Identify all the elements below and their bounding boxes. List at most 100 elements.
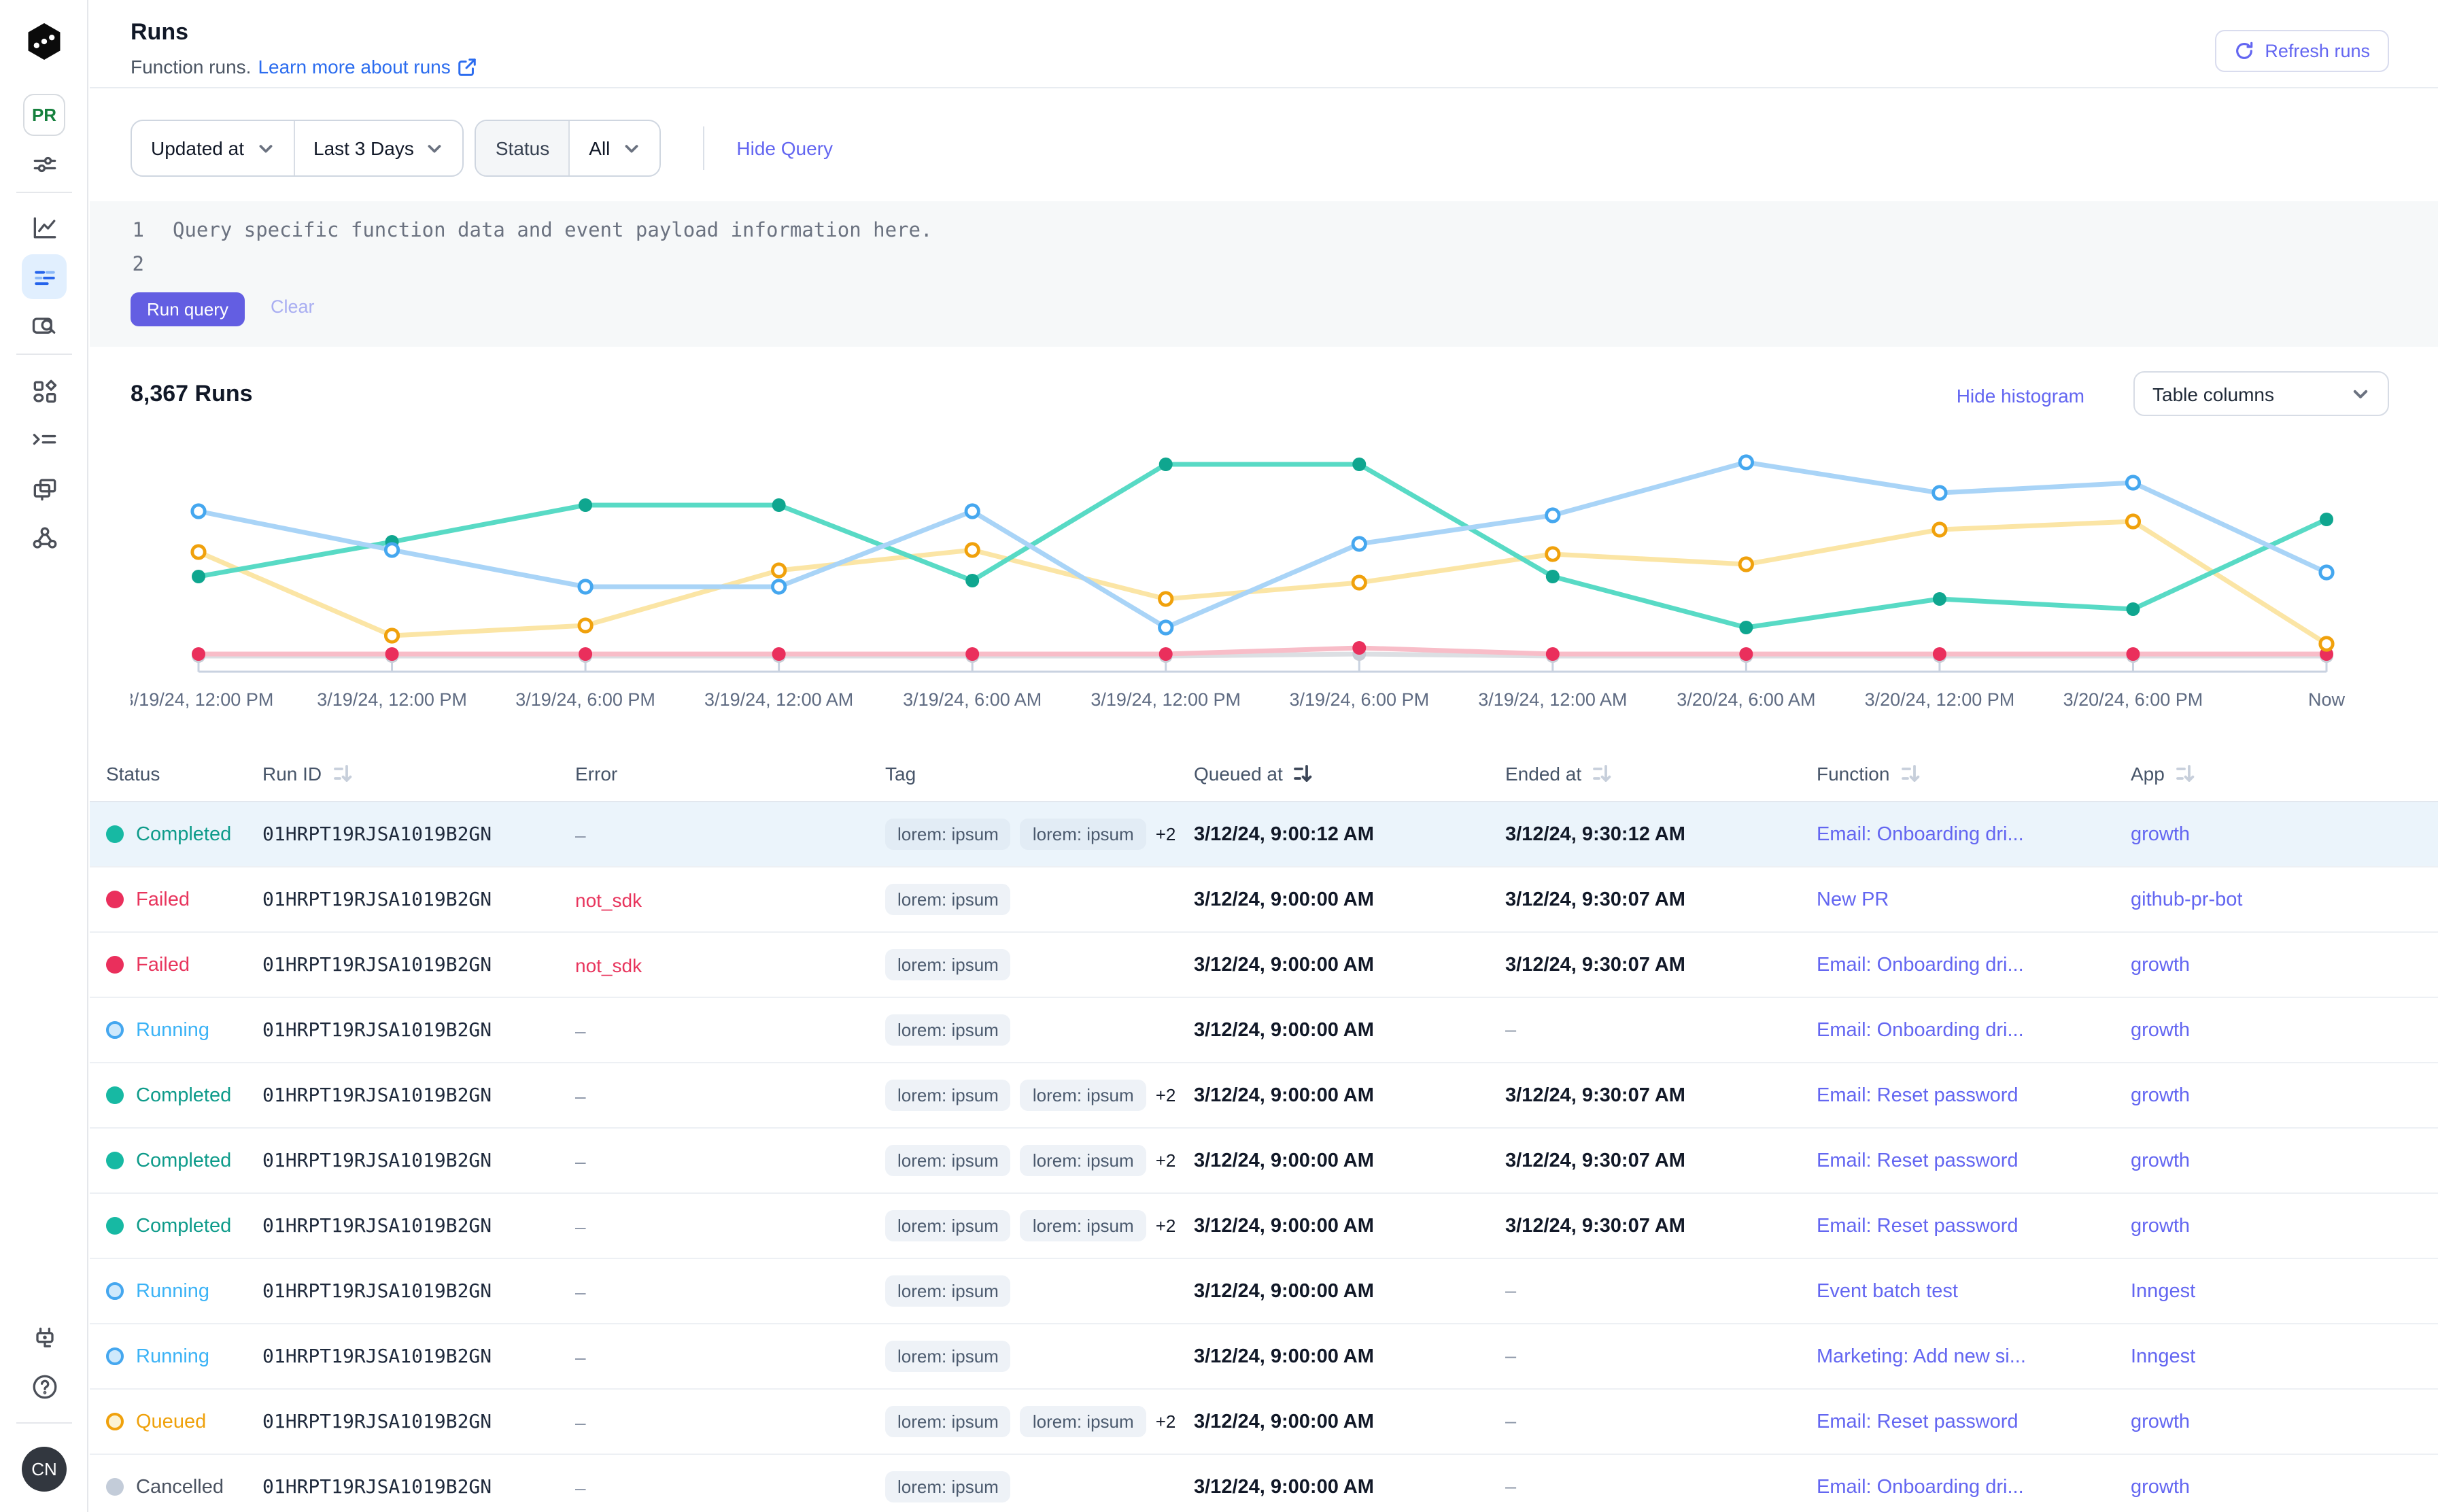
status-cell: Cancelled <box>106 1476 262 1498</box>
table-row[interactable]: Completed 01HRPT19RJSA1019B2GN – lorem: … <box>90 802 2438 867</box>
clear-query-button[interactable]: Clear <box>271 296 315 317</box>
tag-cell: lorem: ipsumlorem: ipsum+2 <box>885 1145 1194 1176</box>
table-row[interactable]: Running 01HRPT19RJSA1019B2GN – lorem: ip… <box>90 1324 2438 1390</box>
function-link[interactable]: Marketing: Add new si... <box>1817 1345 2131 1367</box>
query-editor[interactable]: 1 Query specific function data and event… <box>90 201 2438 347</box>
hide-query-link[interactable]: Hide Query <box>736 137 833 159</box>
error-cell: not_sdk <box>575 954 885 976</box>
status-label: Cancelled <box>136 1476 224 1498</box>
filter-bar: Updated at Last 3 Days Status All Hide Q… <box>131 120 833 177</box>
app-link[interactable]: growth <box>2131 1411 2438 1432</box>
column-header-status: Status <box>106 763 262 785</box>
function-link[interactable]: Email: Reset password <box>1817 1411 2131 1432</box>
table-row[interactable]: Failed 01HRPT19RJSA1019B2GN not_sdk lore… <box>90 933 2438 998</box>
status-cell: Failed <box>106 954 262 976</box>
series-queued <box>199 521 2327 644</box>
function-link[interactable]: Event batch test <box>1817 1280 2131 1302</box>
status-cell: Running <box>106 1019 262 1041</box>
time-range-dropdown[interactable]: Last 3 Days <box>293 121 463 175</box>
webhooks-icon[interactable] <box>22 515 67 560</box>
tag-extra-count: +2 <box>1156 1085 1176 1105</box>
time-range-label: Last 3 Days <box>313 137 414 159</box>
table-row[interactable]: Completed 01HRPT19RJSA1019B2GN – lorem: … <box>90 1194 2438 1259</box>
refresh-runs-button[interactable]: Refresh runs <box>2214 30 2389 72</box>
function-link[interactable]: Email: Onboarding dri... <box>1817 1019 2131 1041</box>
table-row[interactable]: Running 01HRPT19RJSA1019B2GN – lorem: ip… <box>90 998 2438 1063</box>
user-avatar[interactable]: CN <box>22 1447 67 1492</box>
tag-extra-count: +2 <box>1156 1150 1176 1171</box>
run-id: 01HRPT19RJSA1019B2GN <box>262 1411 575 1432</box>
integrations-icon[interactable] <box>22 1316 67 1361</box>
status-label: Running <box>136 1345 209 1367</box>
table-columns-dropdown[interactable]: Table columns <box>2133 371 2389 416</box>
status-dot <box>106 1478 124 1496</box>
app-link[interactable]: github-pr-bot <box>2131 889 2438 910</box>
help-icon[interactable] <box>22 1364 67 1409</box>
status-cell: Queued <box>106 1411 262 1432</box>
table-row[interactable]: Completed 01HRPT19RJSA1019B2GN – lorem: … <box>90 1129 2438 1194</box>
workspace-badge[interactable]: PR <box>23 94 65 136</box>
svg-text:3/20/24, 12:00 PM: 3/20/24, 12:00 PM <box>1865 689 2015 710</box>
status-cell: Completed <box>106 1215 262 1237</box>
function-link[interactable]: Email: Onboarding dri... <box>1817 954 2131 976</box>
app-link[interactable]: growth <box>2131 1019 2438 1041</box>
function-link[interactable]: New PR <box>1817 889 2131 910</box>
tag-pill: lorem: ipsum <box>885 1275 1011 1307</box>
column-header-ended-at[interactable]: Ended at <box>1505 763 1817 785</box>
run-id: 01HRPT19RJSA1019B2GN <box>262 1019 575 1041</box>
svg-text:3/19/24, 12:00 PM: 3/19/24, 12:00 PM <box>317 689 467 710</box>
query-placeholder-text: Query specific function data and event p… <box>173 220 932 242</box>
table-row[interactable]: Failed 01HRPT19RJSA1019B2GN not_sdk lore… <box>90 867 2438 933</box>
apps-icon[interactable] <box>22 368 67 413</box>
app-link[interactable]: growth <box>2131 1476 2438 1498</box>
function-link[interactable]: Email: Reset password <box>1817 1150 2131 1171</box>
app-link[interactable]: growth <box>2131 1215 2438 1237</box>
status-filter-dropdown[interactable]: All <box>568 121 659 175</box>
app-link[interactable]: growth <box>2131 1150 2438 1171</box>
hide-histogram-link[interactable]: Hide histogram <box>1957 385 2084 407</box>
run-query-button[interactable]: Run query <box>131 292 245 326</box>
inngest-logo-icon[interactable] <box>26 23 63 60</box>
status-dot <box>106 825 124 843</box>
app-link[interactable]: growth <box>2131 823 2438 845</box>
column-header-queued-at[interactable]: Queued at <box>1194 763 1505 785</box>
function-link[interactable]: Email: Reset password <box>1817 1215 2131 1237</box>
error-cell: – <box>575 1215 885 1237</box>
run-id: 01HRPT19RJSA1019B2GN <box>262 1150 575 1171</box>
table-row[interactable]: Running 01HRPT19RJSA1019B2GN – lorem: ip… <box>90 1259 2438 1324</box>
app-link[interactable]: Inngest <box>2131 1345 2438 1367</box>
column-header-run-id[interactable]: Run ID <box>262 763 575 785</box>
queued-at: 3/12/24, 9:00:00 AM <box>1194 1345 1505 1367</box>
metrics-icon[interactable] <box>22 205 67 250</box>
ended-at: – <box>1505 1280 1817 1302</box>
event-search-icon[interactable] <box>22 303 67 348</box>
column-header-app[interactable]: App <box>2131 763 2438 785</box>
time-field-dropdown[interactable]: Updated at <box>132 121 293 175</box>
function-link[interactable]: Email: Onboarding dri... <box>1817 1476 2131 1498</box>
page-header: Runs Function runs. Learn more about run… <box>90 0 2438 88</box>
app-link[interactable]: growth <box>2131 1084 2438 1106</box>
time-field-label: Updated at <box>151 137 244 159</box>
refresh-icon <box>2233 41 2254 61</box>
app-link[interactable]: growth <box>2131 954 2438 976</box>
queued-at: 3/12/24, 9:00:12 AM <box>1194 823 1505 845</box>
learn-more-link[interactable]: Learn more about runs <box>258 56 477 78</box>
tag-extra-count: +2 <box>1156 1411 1176 1432</box>
environments-icon[interactable] <box>22 466 67 511</box>
function-link[interactable]: Email: Onboarding dri... <box>1817 823 2131 845</box>
page-title: Runs <box>131 19 188 46</box>
app-link[interactable]: Inngest <box>2131 1280 2438 1302</box>
functions-icon[interactable] <box>22 417 67 462</box>
histogram-svg: 3/19/24, 12:00 PM3/19/24, 12:00 PM3/19/2… <box>131 430 2348 712</box>
runs-icon[interactable] <box>22 254 67 299</box>
runs-page: PR CN <box>0 0 2438 1512</box>
status-label: Completed <box>136 1150 231 1171</box>
table-row[interactable]: Completed 01HRPT19RJSA1019B2GN – lorem: … <box>90 1063 2438 1129</box>
function-link[interactable]: Email: Reset password <box>1817 1084 2131 1106</box>
table-row[interactable]: Queued 01HRPT19RJSA1019B2GN – lorem: ips… <box>90 1390 2438 1455</box>
tag-pill: lorem: ipsum <box>885 819 1011 850</box>
filters-icon[interactable] <box>22 141 67 186</box>
sidebar: PR CN <box>0 0 88 1512</box>
table-row[interactable]: Cancelled 01HRPT19RJSA1019B2GN – lorem: … <box>90 1455 2438 1512</box>
column-header-function[interactable]: Function <box>1817 763 2131 785</box>
